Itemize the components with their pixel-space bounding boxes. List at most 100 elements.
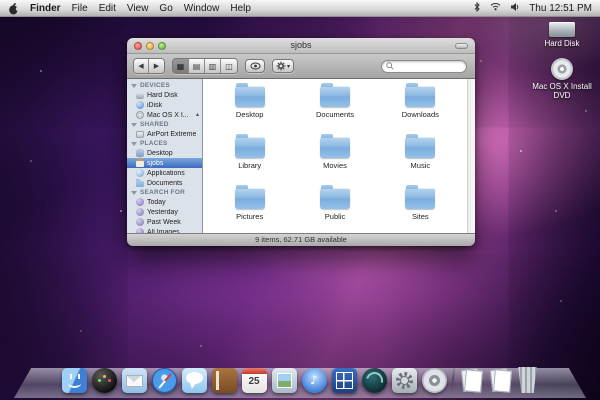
folder-item[interactable]: Pictures — [207, 188, 292, 230]
menu-edit[interactable]: Edit — [99, 0, 116, 17]
volume-icon[interactable] — [510, 2, 520, 15]
folder-icon — [235, 137, 265, 158]
menu-finder[interactable]: Finder — [30, 0, 61, 17]
apple-menu[interactable] — [8, 2, 19, 15]
disk-icon — [136, 93, 144, 99]
folder-item[interactable]: Movies — [292, 137, 377, 179]
smart-folder-icon — [136, 208, 144, 216]
dock-mail-icon[interactable] — [122, 368, 147, 393]
idisk-icon — [136, 101, 144, 109]
sidebar-item-today[interactable]: Today — [127, 197, 202, 207]
sidebar-item-home[interactable]: sjobs — [127, 158, 202, 168]
install-dvd-label: Mac OS X Install DVD — [530, 82, 594, 100]
vertical-scrollbar[interactable] — [467, 79, 475, 233]
dock-system-preferences-icon[interactable] — [392, 368, 417, 393]
eye-icon — [250, 62, 261, 70]
smart-folder-icon — [136, 198, 144, 206]
dock-dvd-player-icon[interactable] — [422, 368, 447, 393]
disc-icon — [136, 111, 144, 119]
sidebar-item-applications[interactable]: Applications — [127, 168, 202, 178]
menu-go[interactable]: Go — [159, 0, 172, 17]
folder-item[interactable]: Desktop — [207, 86, 292, 128]
search-input[interactable] — [397, 61, 462, 71]
airport-icon — [136, 131, 144, 138]
dock-preview-icon[interactable] — [272, 368, 297, 393]
sidebar-item-all-images[interactable]: All Images — [127, 227, 202, 233]
folder-contents: Desktop Documents Downloads Library Movi… — [203, 79, 475, 233]
action-button[interactable] — [272, 59, 294, 73]
folder-item[interactable]: Public — [292, 188, 377, 230]
coverflow-view-button[interactable] — [221, 59, 237, 73]
dock-safari-icon[interactable] — [152, 368, 177, 393]
sidebar-item-airport-extreme[interactable]: AirPort Extreme — [127, 129, 202, 139]
sidebar-section-places[interactable]: PLACES — [127, 139, 202, 148]
window-title: sjobs — [290, 40, 311, 50]
dock-downloads-stack-icon[interactable] — [488, 367, 512, 393]
hard-disk-label: Hard Disk — [530, 39, 594, 48]
desktop-icon-install-dvd[interactable]: Mac OS X Install DVD — [530, 58, 594, 100]
folder-icon — [320, 188, 350, 209]
dock-time-machine-icon[interactable] — [362, 368, 387, 393]
close-button[interactable] — [134, 42, 142, 50]
sidebar-item-documents[interactable]: Documents — [127, 178, 202, 188]
folder-item[interactable]: Sites — [378, 188, 463, 230]
wifi-icon[interactable] — [490, 2, 501, 14]
menu-clock[interactable]: Thu 12:51 PM — [529, 3, 592, 14]
dock-ical-icon[interactable]: 25 — [242, 368, 267, 393]
folder-item[interactable]: Documents — [292, 86, 377, 128]
bluetooth-icon[interactable] — [473, 2, 481, 15]
sidebar-item-install-dvd[interactable]: Mac OS X I... — [127, 110, 202, 120]
sidebar-item-idisk[interactable]: iDisk — [127, 100, 202, 110]
toolbar-toggle-button[interactable] — [455, 43, 468, 49]
dock-itunes-icon[interactable] — [302, 368, 327, 393]
status-bar: 9 items, 62.71 GB available — [127, 233, 475, 246]
folder-icon — [405, 86, 435, 107]
disclosure-triangle-icon — [131, 142, 137, 146]
folder-item[interactable]: Music — [378, 137, 463, 179]
dock-finder-icon[interactable] — [62, 368, 87, 393]
dock-spaces-icon[interactable] — [332, 368, 357, 393]
forward-button[interactable] — [149, 59, 164, 73]
dock-dashboard-icon[interactable] — [92, 368, 117, 393]
menu-file[interactable]: File — [72, 0, 88, 17]
folder-icon — [235, 188, 265, 209]
sidebar-item-hard-disk[interactable]: Hard Disk — [127, 90, 202, 100]
zoom-button[interactable] — [158, 42, 166, 50]
column-view-button[interactable] — [205, 59, 221, 73]
folder-icon — [405, 188, 435, 209]
smart-folder-icon — [136, 228, 144, 233]
list-view-button[interactable] — [189, 59, 205, 73]
window-titlebar[interactable]: sjobs — [127, 38, 475, 54]
dock-trash-icon[interactable] — [517, 367, 539, 393]
eject-icon[interactable] — [196, 111, 199, 119]
menu-view[interactable]: View — [127, 0, 149, 17]
quicklook-button[interactable] — [245, 59, 265, 73]
finder-sidebar: DEVICES Hard Disk iDisk Mac OS X I... SH… — [127, 79, 203, 233]
dock-ichat-icon[interactable] — [182, 368, 207, 393]
applications-icon — [136, 169, 144, 177]
sidebar-section-search-for[interactable]: SEARCH FOR — [127, 188, 202, 197]
icon-view-button[interactable] — [173, 59, 189, 73]
sidebar-item-yesterday[interactable]: Yesterday — [127, 207, 202, 217]
sidebar-section-devices[interactable]: DEVICES — [127, 81, 202, 90]
dock-documents-stack-icon[interactable] — [459, 367, 483, 393]
folder-icon — [320, 86, 350, 107]
desktop-icon-hard-disk[interactable]: Hard Disk — [530, 22, 594, 48]
sidebar-section-shared[interactable]: SHARED — [127, 120, 202, 129]
dock-address-book-icon[interactable] — [212, 368, 237, 393]
disclosure-triangle-icon — [131, 84, 137, 88]
folder-icon — [405, 137, 435, 158]
folder-item[interactable]: Downloads — [378, 86, 463, 128]
finder-toolbar — [127, 54, 475, 79]
folder-icon — [235, 86, 265, 107]
disclosure-triangle-icon — [131, 123, 137, 127]
back-button[interactable] — [134, 59, 149, 73]
sidebar-item-past-week[interactable]: Past Week — [127, 217, 202, 227]
folder-item[interactable]: Library — [207, 137, 292, 179]
search-field[interactable] — [381, 60, 467, 73]
menu-help[interactable]: Help — [230, 0, 251, 17]
folder-icon — [320, 137, 350, 158]
minimize-button[interactable] — [146, 42, 154, 50]
menu-window[interactable]: Window — [184, 0, 220, 17]
disclosure-triangle-icon — [131, 191, 137, 195]
